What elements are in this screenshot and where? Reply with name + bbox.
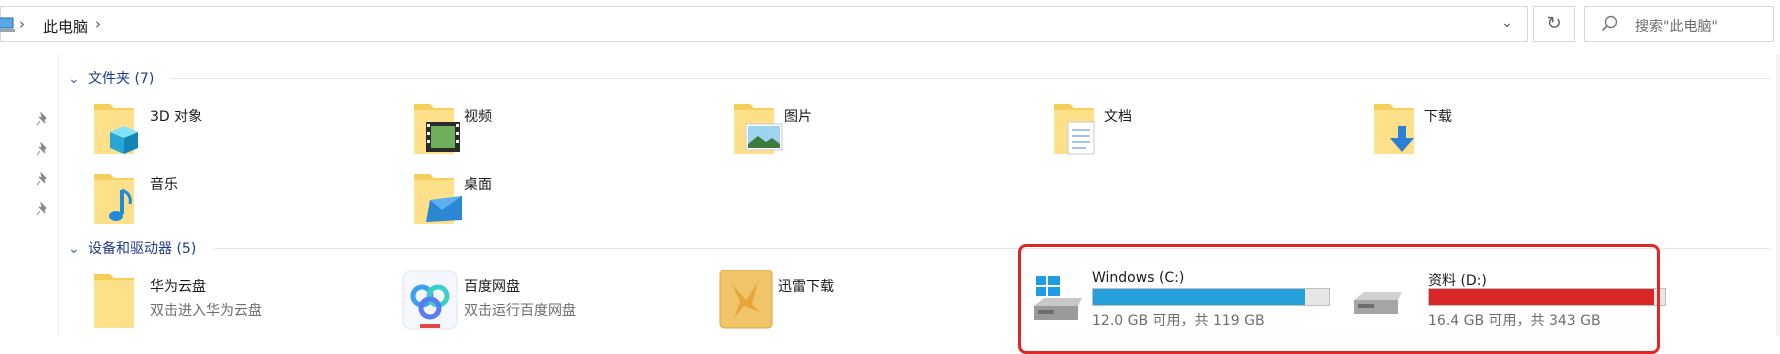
- pane-divider: [58, 54, 59, 336]
- folder-videos[interactable]: 视频: [412, 100, 712, 162]
- chevron-down-icon: ⌄: [68, 241, 80, 257]
- pin-icon[interactable]: [36, 142, 50, 156]
- folder-music[interactable]: 音乐: [92, 170, 392, 232]
- folder-3d-objects[interactable]: 3D 对象: [92, 100, 392, 162]
- group-title: 文件夹 (7): [88, 71, 155, 87]
- 3d-objects-folder-icon: [94, 104, 138, 154]
- device-huawei-cloud[interactable]: 华为云盘 双击进入华为云盘: [92, 270, 392, 336]
- device-description: 双击进入华为云盘: [150, 303, 262, 319]
- huawei-cloud-drive-icon: [94, 274, 134, 328]
- group-header-devices[interactable]: ⌄ 设备和驱动器 (5): [68, 238, 196, 258]
- folder-downloads[interactable]: 下载: [1372, 100, 1672, 162]
- folder-label: 文档: [1104, 109, 1132, 125]
- device-description: 双击运行百度网盘: [464, 303, 576, 319]
- refresh-icon: ↻: [1546, 13, 1562, 34]
- address-bar[interactable]: › 此电脑 › ⌄: [0, 6, 1528, 42]
- folder-pictures[interactable]: 图片: [732, 100, 1032, 162]
- refresh-button[interactable]: ↻: [1533, 6, 1575, 42]
- device-baidu-netdisk[interactable]: 百度网盘 双击运行百度网盘: [400, 270, 700, 336]
- folder-label: 图片: [784, 109, 812, 125]
- folder-label: 3D 对象: [150, 109, 203, 125]
- device-label: 华为云盘: [150, 279, 206, 295]
- scrollbar-track[interactable]: [1776, 54, 1780, 336]
- device-label: 迅雷下载: [778, 279, 834, 295]
- this-pc-icon: [0, 17, 15, 32]
- folder-desktop[interactable]: 桌面: [412, 170, 712, 232]
- folder-label: 下载: [1424, 109, 1452, 125]
- pin-icon[interactable]: [36, 112, 50, 126]
- highlight-annotation: [1018, 244, 1660, 354]
- desktop-folder-icon: [414, 174, 462, 224]
- pin-icon[interactable]: [36, 202, 50, 216]
- chevron-down-icon: ⌄: [68, 71, 80, 87]
- address-history-dropdown-icon[interactable]: ⌄: [1501, 15, 1513, 31]
- breadcrumb-chevron-icon[interactable]: ›: [19, 15, 25, 33]
- group-separator: [170, 78, 1770, 79]
- xunlei-download-icon: [719, 270, 773, 329]
- group-title: 设备和驱动器 (5): [88, 241, 197, 257]
- downloads-folder-icon: [1374, 104, 1414, 154]
- device-label: 百度网盘: [464, 279, 520, 295]
- group-header-folders[interactable]: ⌄ 文件夹 (7): [68, 68, 154, 88]
- search-icon: [1601, 15, 1618, 32]
- folder-documents[interactable]: 文档: [1052, 100, 1352, 162]
- breadcrumb-location[interactable]: 此电脑: [43, 16, 88, 37]
- documents-folder-icon: [1054, 104, 1095, 155]
- baidu-netdisk-icon: [402, 270, 458, 330]
- music-folder-icon: [94, 174, 134, 224]
- folder-label: 桌面: [464, 177, 492, 193]
- device-xunlei-download[interactable]: 迅雷下载: [718, 270, 1018, 336]
- pictures-folder-icon: [734, 104, 783, 154]
- videos-folder-icon: [414, 104, 460, 154]
- search-placeholder: 搜索"此电脑": [1635, 19, 1718, 35]
- search-input[interactable]: 搜索"此电脑": [1584, 6, 1774, 42]
- breadcrumb-chevron-icon[interactable]: ›: [95, 15, 101, 33]
- folder-label: 视频: [464, 109, 492, 125]
- navigation-pane: [0, 54, 59, 336]
- pin-icon[interactable]: [36, 172, 50, 186]
- folder-label: 音乐: [150, 177, 178, 193]
